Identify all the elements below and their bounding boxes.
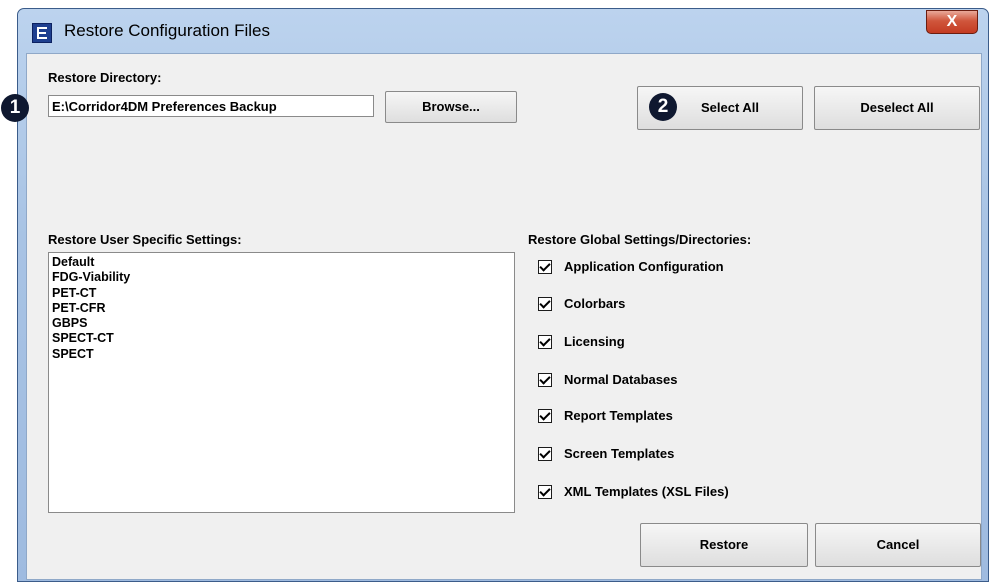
licensing-checkbox[interactable]	[538, 335, 552, 349]
deselect-all-button[interactable]: Deselect All	[814, 86, 980, 130]
browse-button[interactable]: Browse...	[385, 91, 517, 123]
restore-button[interactable]: Restore	[640, 523, 808, 567]
list-item[interactable]: PET-CFR	[52, 301, 511, 316]
list-item[interactable]: Default	[52, 255, 511, 270]
select-all-label: Select All	[700, 100, 760, 115]
title-bar[interactable]: Restore Configuration Files X	[18, 9, 988, 53]
global-setting-label: Normal Databases	[564, 372, 678, 387]
user-settings-list[interactable]: Default FDG-Viability PET-CT PET-CFR GBP…	[48, 252, 515, 513]
list-item[interactable]: PET-CT	[52, 286, 511, 301]
app-icon	[32, 23, 52, 43]
list-item[interactable]: SPECT-CT	[52, 331, 511, 346]
user-settings-label: Restore User Specific Settings:	[48, 232, 242, 247]
cancel-button[interactable]: Cancel	[815, 523, 981, 567]
report-templates-checkbox[interactable]	[538, 409, 552, 423]
restore-label: Restore	[699, 537, 749, 552]
window-title: Restore Configuration Files	[64, 21, 270, 40]
deselect-all-label: Deselect All	[860, 100, 934, 115]
callout-badge-2: 2	[649, 93, 677, 121]
list-item[interactable]: SPECT	[52, 347, 511, 362]
cancel-label: Cancel	[876, 537, 920, 552]
application-configuration-checkbox[interactable]	[538, 260, 552, 274]
list-item[interactable]: GBPS	[52, 316, 511, 331]
browse-button-label: Browse...	[422, 99, 480, 114]
colorbars-checkbox[interactable]	[538, 297, 552, 311]
global-settings-label: Restore Global Settings/Directories:	[528, 232, 752, 247]
normal-databases-checkbox[interactable]	[538, 373, 552, 387]
close-button[interactable]: X	[926, 10, 978, 34]
global-setting-label: Application Configuration	[564, 259, 724, 274]
global-setting-label: Colorbars	[564, 296, 626, 311]
global-setting-label: Report Templates	[564, 408, 673, 423]
restore-directory-label: Restore Directory:	[48, 70, 162, 85]
list-item[interactable]: FDG-Viability	[52, 270, 511, 285]
restore-directory-input[interactable]	[48, 95, 374, 117]
screen-templates-checkbox[interactable]	[538, 447, 552, 461]
callout-badge-1: 1	[1, 94, 29, 122]
global-setting-label: Screen Templates	[564, 446, 675, 461]
xml-templates-checkbox[interactable]	[538, 485, 552, 499]
global-setting-label: Licensing	[564, 334, 625, 349]
global-setting-label: XML Templates (XSL Files)	[564, 484, 729, 499]
